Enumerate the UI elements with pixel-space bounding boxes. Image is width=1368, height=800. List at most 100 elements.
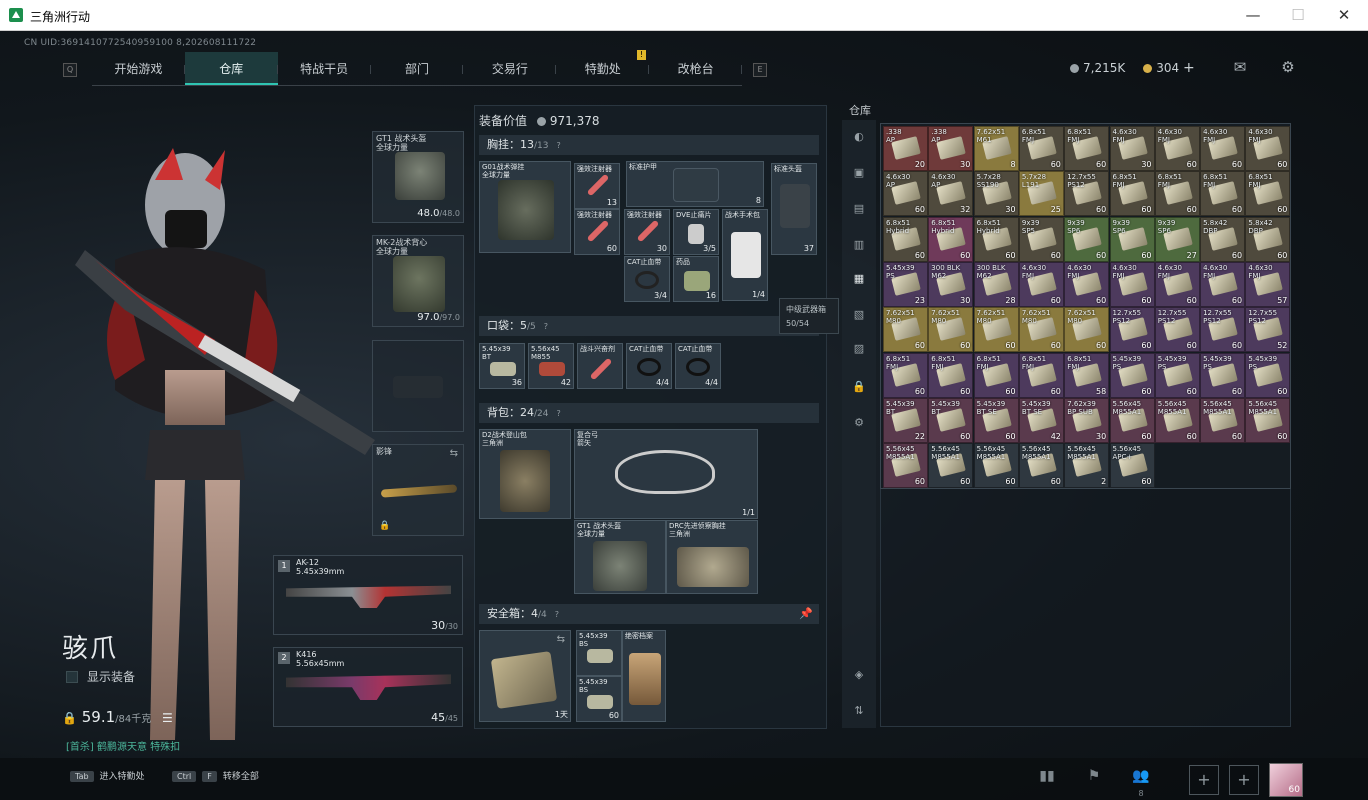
medical-category-icon[interactable]: ▨ xyxy=(851,342,867,356)
settings-gear-icon[interactable]: ⚙ xyxy=(1279,58,1297,76)
warehouse-ammo-item[interactable]: 5.56x45 M855A1 60 xyxy=(1154,397,1200,443)
show-equipment-toggle[interactable]: 显示装备 xyxy=(66,668,135,685)
warehouse-ammo-item[interactable]: 300 BLK M62 30 xyxy=(928,261,974,307)
chest-item[interactable]: 标准护甲 8 xyxy=(626,161,764,207)
chest-item[interactable]: 标准头盔 37 xyxy=(771,163,817,255)
chest-item[interactable]: 战术手术包 1/4 xyxy=(722,209,768,301)
maximize-button[interactable]: ☐ xyxy=(1275,0,1321,31)
chest-item[interactable]: 强效注射器 60 xyxy=(574,209,620,255)
warehouse-ammo-item[interactable]: 4.6x30 FMJ 60 xyxy=(1154,261,1200,307)
warehouse-ammo-item[interactable]: 12.7x55 PS12 60 xyxy=(1154,307,1200,353)
warehouse-ammo-item[interactable]: 5.8x42 DBP 60 xyxy=(1245,216,1291,262)
warehouse-ammo-item[interactable]: 6.8x51 FMJ 60 xyxy=(1200,171,1246,217)
helmet-category-icon[interactable]: ◐ xyxy=(851,130,867,144)
safebox-item[interactable]: 5.45x39 BS 60 xyxy=(576,676,622,722)
warehouse-ammo-item[interactable]: 12.7x55 PS12 60 xyxy=(1200,307,1246,353)
warehouse-ammo-item[interactable]: 9x39 SP6 27 xyxy=(1154,216,1200,262)
warehouse-ammo-item[interactable]: 7.62x51 M80 60 xyxy=(928,307,974,353)
chest-item[interactable]: 强效注射器 13 xyxy=(574,163,620,209)
warehouse-ammo-item[interactable]: 6.8x51 FMJ 60 xyxy=(1018,352,1064,398)
armor-category-icon[interactable]: ▣ xyxy=(851,166,867,180)
chest-item[interactable]: CAT止血带 3/4 xyxy=(624,256,670,302)
warehouse-ammo-item[interactable]: 4.6x30 FMJ 60 xyxy=(1154,126,1200,171)
add-party-button[interactable]: + xyxy=(1229,765,1259,795)
warehouse-ammo-item[interactable]: 4.6x30 FMJ 60 xyxy=(1109,261,1155,307)
warehouse-ammo-item[interactable]: 300 BLK M62 28 xyxy=(973,261,1019,307)
pin-icon[interactable]: 📌 xyxy=(799,604,813,624)
warehouse-ammo-item[interactable]: 5.56x45 APC+ 60 xyxy=(1109,443,1155,489)
warehouse-ammo-item[interactable]: 7.62x39 BP SUB 30 xyxy=(1064,397,1110,443)
warehouse-ammo-item[interactable]: 4.6x30 AP 32 xyxy=(928,171,974,217)
safebox-item[interactable]: 5.45x39 BS xyxy=(576,630,622,676)
weapon-category-icon[interactable]: ▥ xyxy=(851,238,867,252)
warehouse-ammo-item[interactable]: 5.45x39 PS 23 xyxy=(883,261,928,307)
chest-rig-item[interactable]: G01战术弹挂 全球力量 xyxy=(479,161,571,253)
warehouse-ammo-item[interactable]: 5.7x28 L191 25 xyxy=(1018,171,1064,217)
tab-1[interactable]: 仓库 xyxy=(184,52,278,85)
warehouse-ammo-item[interactable]: 6.8x51 FMJ 60 xyxy=(1245,171,1291,217)
warehouse-ammo-item[interactable]: .338 AP 20 xyxy=(883,126,928,171)
pocket-item[interactable]: CAT止血带 4/4 xyxy=(626,343,672,389)
tab-3[interactable]: 部门 xyxy=(371,52,464,85)
warehouse-ammo-item[interactable]: 5.45x39 BT 22 xyxy=(883,397,928,443)
warehouse-ammo-item[interactable]: 5.56x45 M855A1 60 xyxy=(928,443,974,489)
nav-right-key[interactable]: E xyxy=(753,63,767,77)
backpack-item[interactable]: DRC先进侦察胸挂 三角洲 xyxy=(666,520,758,594)
warehouse-ammo-item[interactable]: 5.45x39 PS 60 xyxy=(1200,352,1246,398)
warehouse-ammo-item[interactable]: 5.56x45 M855A1 60 xyxy=(1018,443,1064,489)
vest-slot[interactable]: MK-2战术背心 全球力量 97.0/97.0 xyxy=(372,235,464,327)
lock-icon[interactable]: 🔒 xyxy=(851,380,867,394)
warehouse-ammo-item[interactable]: 4.6x30 FMJ 30 xyxy=(1109,126,1155,171)
tab-4[interactable]: 交易行 xyxy=(463,52,557,85)
warehouse-ammo-item[interactable]: 7.62x51 M61 8 xyxy=(973,126,1019,171)
pocket-item[interactable]: 5.56x45 M855 42 xyxy=(528,343,574,389)
minimize-button[interactable]: — xyxy=(1230,0,1276,31)
stats-icon[interactable]: ▮▮ xyxy=(1036,768,1058,788)
chest-item[interactable]: DVE止痛片 3/5 xyxy=(673,209,719,255)
flag-icon[interactable]: ⚑ xyxy=(1083,768,1105,788)
warehouse-ammo-item[interactable]: 4.6x30 FMJ 60 xyxy=(1200,261,1246,307)
add-party-button[interactable]: + xyxy=(1189,765,1219,795)
warehouse-ammo-item[interactable]: 12.7x55 PS12 60 xyxy=(1109,307,1155,353)
warehouse-ammo-item[interactable]: 7.62x51 M80 60 xyxy=(1064,307,1110,353)
swap-icon[interactable]: ⇆ xyxy=(450,448,458,459)
add-currency-button[interactable]: + xyxy=(1183,60,1195,76)
layers-icon[interactable]: ◈ xyxy=(851,668,867,682)
list-icon[interactable]: ☰ xyxy=(162,711,173,725)
warehouse-ammo-item[interactable]: 7.62x51 M80 60 xyxy=(973,307,1019,353)
warehouse-ammo-item[interactable]: 4.6x30 FMJ 60 xyxy=(1200,126,1246,171)
mail-icon[interactable]: ✉ xyxy=(1231,58,1249,76)
warehouse-ammo-item[interactable]: 4.6x30 FMJ 57 xyxy=(1245,261,1291,307)
helmet-slot[interactable]: GT1 战术头盔 全球力量 48.0/48.0 xyxy=(372,131,464,223)
warehouse-ammo-item[interactable]: .338 AP 30 xyxy=(928,126,974,171)
warehouse-ammo-item[interactable]: 6.8x51 FMJ 60 xyxy=(973,352,1019,398)
warehouse-ammo-item[interactable]: 6.8x51 FMJ 60 xyxy=(1018,126,1064,171)
warehouse-ammo-item[interactable]: 6.8x51 Hybrid 60 xyxy=(928,216,974,262)
safebox-item[interactable]: 绝密档案 xyxy=(622,630,666,722)
nav-left-key[interactable]: Q xyxy=(63,63,77,77)
tab-5[interactable]: 特勤处 xyxy=(556,52,650,85)
pocket-item[interactable]: CAT止血带 4/4 xyxy=(675,343,721,389)
warehouse-ammo-item[interactable]: 6.8x51 Hybrid 60 xyxy=(973,216,1019,262)
pistol-slot[interactable] xyxy=(372,340,464,432)
close-button[interactable]: ✕ xyxy=(1321,0,1367,31)
warehouse-ammo-item[interactable]: 5.45x39 BT 60 xyxy=(928,397,974,443)
melee-slot[interactable]: 影锋 ⇆ 🔒 xyxy=(372,444,464,536)
warehouse-ammo-item[interactable]: 6.8x51 FMJ 60 xyxy=(883,352,928,398)
secondary-weapon-slot[interactable]: 2 K416 5.56x45mm 45/45 xyxy=(273,647,463,727)
chest-item[interactable]: 药品 16 xyxy=(673,256,719,302)
enter-special-hint[interactable]: Tab 进入特勤处 xyxy=(70,769,145,782)
player-avatar[interactable]: 60 xyxy=(1269,763,1303,797)
sort-icon[interactable]: ⇅ xyxy=(851,704,867,718)
transfer-all-hint[interactable]: Ctrl F 转移全部 xyxy=(172,769,259,782)
warehouse-ammo-item[interactable]: 5.7x28 SS190 30 xyxy=(973,171,1019,217)
ammo-category-icon[interactable]: ▧ xyxy=(851,308,867,322)
warehouse-ammo-item[interactable]: 6.8x51 FMJ 60 xyxy=(1154,171,1200,217)
warehouse-ammo-item[interactable]: 6.8x51 Hybrid 60 xyxy=(883,216,928,262)
warehouse-ammo-item[interactable]: 12.7x55 PS12 60 xyxy=(1064,171,1110,217)
warehouse-ammo-item[interactable]: 4.6x30 FMJ 60 xyxy=(1018,261,1064,307)
warehouse-ammo-item[interactable]: 5.56x45 M855A1 60 xyxy=(973,443,1019,489)
tab-0[interactable]: 开始游戏 xyxy=(92,52,185,85)
backpack-item[interactable]: GT1 战术头盔 全球力量 xyxy=(574,520,666,594)
warehouse-ammo-item[interactable]: 9x39 SP5 60 xyxy=(1018,216,1064,262)
